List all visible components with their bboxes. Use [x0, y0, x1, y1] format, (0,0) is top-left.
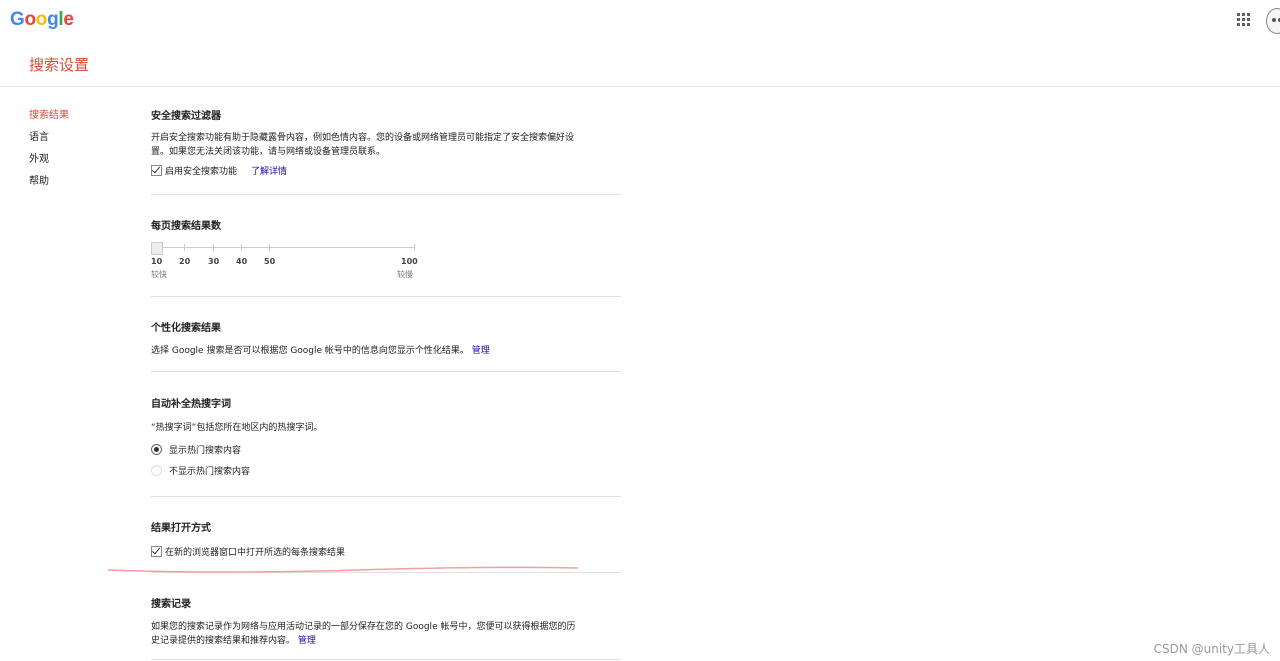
description-line: 开启安全搜索功能有助于隐藏露骨内容，例如色情内容。您的设备或网络管理员可能指定了… — [151, 133, 575, 143]
logo-letter: o — [24, 9, 36, 30]
trending-option-show[interactable]: 显示热门搜索内容 — [151, 443, 621, 456]
description-line: 如果您的搜索记录作为网络与应用活动记录的一部分保存在您的 Google 帐号中，… — [151, 622, 576, 632]
slower-label: 较慢 — [397, 270, 413, 279]
open-new-window-checkbox[interactable] — [151, 546, 162, 557]
safe-search-option: 启用安全搜索功能 了解详情 — [151, 164, 621, 177]
radio-label[interactable]: 显示热门搜索内容 — [169, 443, 241, 456]
logo-letter: g — [47, 9, 59, 30]
radio-label[interactable]: 不显示热门搜索内容 — [169, 464, 250, 477]
section-description: 如果您的搜索记录作为网络与应用活动记录的一部分保存在您的 Google 帐号中，… — [151, 620, 621, 648]
account-avatar-icon[interactable] — [1266, 8, 1280, 34]
section-title: 每页搜索结果数 — [151, 221, 221, 232]
description-line: 史记录提供的搜索结果和推荐内容。 — [151, 636, 296, 646]
slider-track — [155, 247, 415, 248]
slider-thumb[interactable] — [151, 242, 163, 255]
section-title: 结果打开方式 — [151, 523, 211, 534]
description-text: 选择 Google 搜索是否可以根据您 Google 帐号中的信息向您显示个性化… — [151, 346, 469, 356]
results-per-page-section: 每页搜索结果数 — [151, 217, 621, 232]
faster-label: 较快 — [151, 270, 167, 279]
tick-label: 30 — [208, 257, 220, 266]
divider — [151, 496, 621, 497]
tick-label: 50 — [264, 257, 276, 266]
description-line: 置。如果您无法关闭该功能，请与网络或设备管理员联系。 — [151, 147, 386, 157]
sidebar-item-appearance[interactable]: 外观 — [29, 150, 69, 172]
slider-tick — [213, 244, 214, 251]
slider-tick — [184, 244, 185, 251]
checkbox-label[interactable]: 启用安全搜索功能 — [165, 164, 237, 177]
section-description: “热搜字词”包括您所在地区内的热搜字词。 — [151, 423, 323, 433]
sidebar-item-language[interactable]: 语言 — [29, 128, 69, 150]
open-new-window-option: 在新的浏览器窗口中打开所选的每条搜索结果 — [151, 545, 621, 558]
tick-label: 40 — [236, 257, 248, 266]
results-slider[interactable]: 10 20 30 40 50 100 — [151, 242, 418, 272]
divider — [151, 659, 621, 660]
learn-more-link[interactable]: 了解详情 — [251, 164, 287, 177]
radio-button[interactable] — [151, 444, 162, 455]
personalized-results-section: 个性化搜索结果 选择 Google 搜索是否可以根据您 Google 帐号中的信… — [151, 319, 621, 358]
manage-link[interactable]: 管理 — [298, 636, 316, 646]
red-underline-annotation — [108, 566, 578, 573]
section-description: 选择 Google 搜索是否可以根据您 Google 帐号中的信息向您显示个性化… — [151, 344, 621, 358]
divider — [151, 194, 621, 195]
logo-letter: o — [35, 9, 48, 30]
settings-sidebar: 搜索结果 语言 外观 帮助 — [29, 106, 69, 194]
slider-tick — [414, 244, 415, 251]
radio-button[interactable] — [151, 465, 162, 476]
sidebar-item-search-results[interactable]: 搜索结果 — [29, 106, 69, 128]
divider — [151, 371, 621, 372]
divider — [151, 296, 621, 297]
logo-letter: e — [63, 9, 74, 30]
section-title: 自动补全热搜字词 — [151, 399, 231, 410]
open-results-section: 结果打开方式 在新的浏览器窗口中打开所选的每条搜索结果 — [151, 519, 621, 558]
section-title: 个性化搜索结果 — [151, 323, 221, 334]
slider-tick — [269, 244, 270, 251]
tick-label: 10 — [151, 257, 163, 266]
page-title: 搜索设置 — [29, 56, 90, 74]
top-bar: Google 搜索设置 — [0, 0, 1280, 87]
section-title: 搜索记录 — [151, 599, 191, 610]
logo-letter: G — [10, 9, 25, 30]
tick-label: 20 — [179, 257, 191, 266]
section-description: 开启安全搜索功能有助于隐藏露骨内容，例如色情内容。您的设备或网络管理员可能指定了… — [151, 131, 621, 159]
manage-link[interactable]: 管理 — [472, 346, 490, 356]
slider-tick — [241, 244, 242, 251]
search-history-section: 搜索记录 如果您的搜索记录作为网络与应用活动记录的一部分保存在您的 Google… — [151, 595, 621, 648]
safe-search-section: 安全搜索过滤器 开启安全搜索功能有助于隐藏露骨内容，例如色情内容。您的设备或网络… — [151, 107, 621, 177]
watermark: CSDN @unity工具人 — [1153, 642, 1270, 656]
safe-search-checkbox[interactable] — [151, 165, 162, 176]
sidebar-item-help[interactable]: 帮助 — [29, 172, 69, 194]
section-title: 安全搜索过滤器 — [151, 111, 221, 122]
apps-grid-icon[interactable] — [1237, 13, 1250, 26]
tick-label: 100 — [401, 257, 418, 266]
checkbox-label[interactable]: 在新的浏览器窗口中打开所选的每条搜索结果 — [165, 545, 345, 558]
google-logo[interactable]: Google — [10, 9, 74, 31]
trending-searches-section: 自动补全热搜字词 “热搜字词”包括您所在地区内的热搜字词。 显示热门搜索内容 不… — [151, 395, 621, 477]
trending-option-hide[interactable]: 不显示热门搜索内容 — [151, 464, 621, 477]
